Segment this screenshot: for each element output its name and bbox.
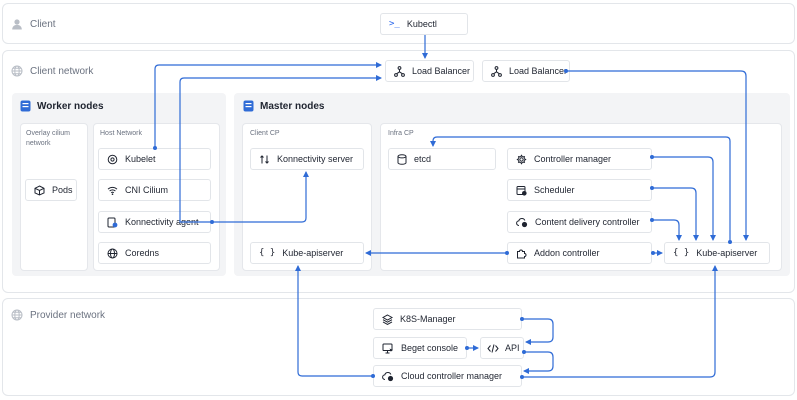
load-balancer-node-1[interactable]: Load Balancer — [385, 60, 474, 82]
etcd-label: etcd — [414, 154, 432, 164]
scheduler-icon — [516, 185, 527, 196]
braces-icon: { } — [673, 248, 690, 258]
monitor-icon — [382, 343, 393, 353]
client-cp-label: Client CP — [250, 130, 280, 137]
gear-badge-icon — [107, 154, 118, 164]
pods-node[interactable]: Pods — [25, 179, 77, 201]
cloud-controller-manager-label: Cloud controller manager — [401, 371, 503, 381]
content-delivery-controller-node[interactable]: Content delivery controller — [507, 211, 652, 233]
load-balancer-1-label: Load Balancer — [412, 66, 471, 76]
load-balancer-node-2[interactable]: Load Balancer — [482, 60, 570, 82]
code-icon — [487, 343, 499, 353]
globe-icon — [107, 248, 118, 258]
beget-console-node[interactable]: Beget console — [373, 337, 467, 359]
kubectl-node[interactable]: >_ Kubectl — [380, 13, 468, 35]
link-icon — [260, 154, 269, 164]
master-nodes-label: Master nodes — [260, 100, 325, 112]
scheduler-label: Scheduler — [534, 185, 575, 195]
kube-apiserver-client-node[interactable]: { } Kube-apiserver — [250, 242, 364, 264]
cloud-gear-icon — [382, 371, 394, 381]
beget-console-label: Beget console — [401, 343, 459, 353]
load-balancer-icon — [394, 65, 405, 77]
kube-apiserver-infra-node[interactable]: { } Kube-apiserver — [664, 242, 770, 264]
cube-icon — [34, 184, 45, 196]
addon-controller-label: Addon controller — [534, 248, 600, 258]
client-zone-label: Client — [11, 18, 56, 30]
kube-apiserver-client-label: Kube-apiserver — [282, 248, 344, 258]
client-zone-title: Client — [30, 18, 56, 30]
kubelet-node[interactable]: Kubelet — [98, 148, 211, 170]
cloud-gear-icon — [516, 217, 528, 227]
api-label: API — [505, 343, 520, 353]
braces-icon: { } — [259, 248, 276, 258]
globe-icon — [11, 65, 23, 77]
layers-icon — [382, 313, 393, 325]
gear-icon — [516, 154, 527, 164]
kubectl-label: Kubectl — [406, 19, 437, 29]
client-network-title: Client network — [30, 65, 94, 77]
scheduler-node[interactable]: Scheduler — [507, 179, 652, 201]
cni-cilium-label: CNI Cilium — [125, 185, 169, 195]
globe-icon — [11, 309, 23, 321]
worker-nodes-title: Worker nodes — [20, 100, 104, 112]
database-icon — [397, 153, 407, 165]
konnectivity-server-label: Konnectivity server — [277, 154, 354, 164]
terminal-icon: >_ — [389, 19, 400, 29]
api-node[interactable]: API — [480, 337, 524, 359]
controller-manager-node[interactable]: Controller manager — [507, 148, 652, 170]
konnectivity-server-node[interactable]: Konnectivity server — [250, 148, 364, 170]
provider-network-label: Provider network — [11, 309, 105, 321]
coredns-node[interactable]: Coredns — [98, 242, 211, 264]
overlay-network-label: Overlay cilium network — [26, 130, 70, 147]
addon-controller-node[interactable]: Addon controller — [507, 242, 652, 264]
server-icon — [20, 100, 31, 112]
konnectivity-agent-node[interactable]: Konnectivity agent — [98, 211, 211, 233]
worker-nodes-label: Worker nodes — [37, 100, 104, 112]
k8s-manager-node[interactable]: K8S-Manager — [373, 308, 522, 330]
controller-manager-label: Controller manager — [534, 154, 612, 164]
kube-apiserver-infra-label: Kube-apiserver — [696, 248, 758, 258]
agent-icon — [107, 217, 118, 227]
server-icon — [243, 100, 254, 112]
puzzle-icon — [517, 249, 527, 258]
infra-cp-label: Infra CP — [388, 130, 414, 137]
pods-label: Pods — [52, 185, 73, 195]
coredns-label: Coredns — [125, 248, 160, 258]
etcd-node[interactable]: etcd — [388, 148, 496, 170]
kubelet-label: Kubelet — [125, 154, 156, 164]
load-balancer-icon — [491, 65, 502, 77]
provider-network-title: Provider network — [30, 309, 106, 321]
load-balancer-2-label: Load Balancer — [509, 66, 568, 76]
cloud-controller-manager-node[interactable]: Cloud controller manager — [373, 365, 522, 387]
k8s-manager-label: K8S-Manager — [400, 314, 456, 324]
wifi-icon — [107, 186, 118, 195]
user-icon — [12, 19, 22, 30]
host-network-label: Host Network — [100, 130, 143, 137]
master-nodes-title: Master nodes — [243, 100, 324, 112]
konnectivity-agent-label: Konnectivity agent — [125, 217, 199, 227]
cni-cilium-node[interactable]: CNI Cilium — [98, 179, 211, 201]
client-network-label: Client network — [11, 65, 93, 77]
content-delivery-controller-label: Content delivery controller — [535, 217, 640, 227]
